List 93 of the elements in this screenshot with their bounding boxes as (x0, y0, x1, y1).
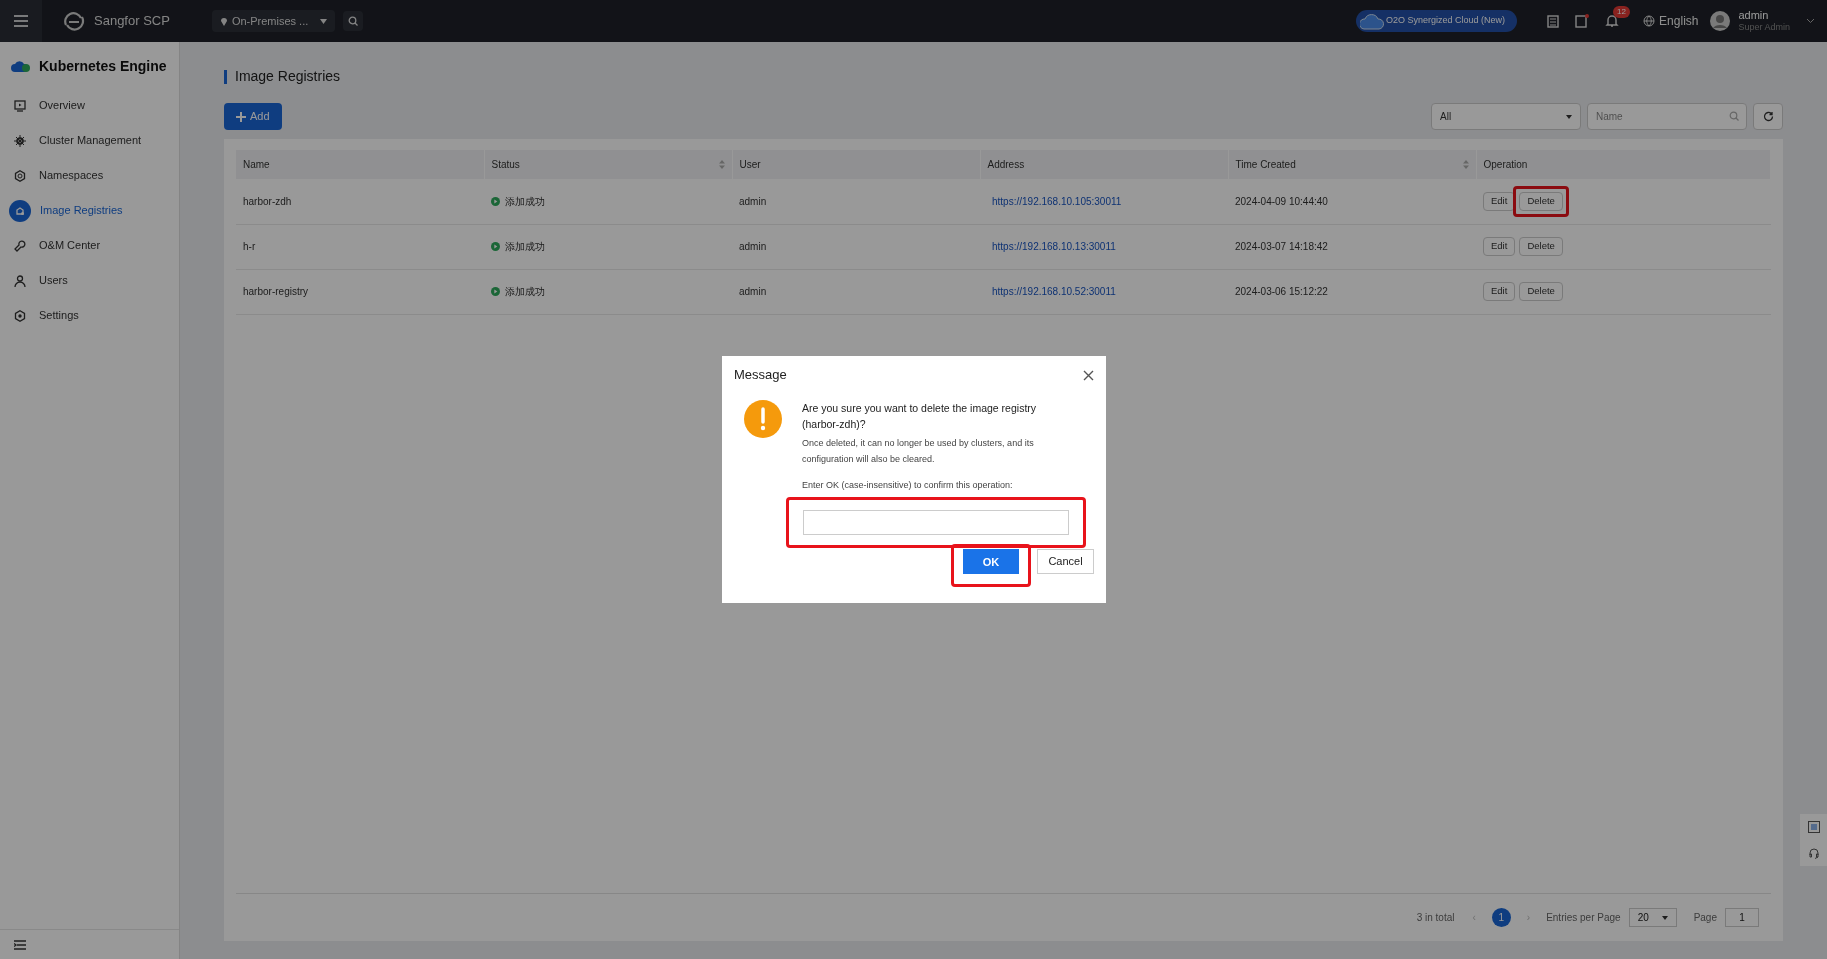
delete-button[interactable]: Delete (1519, 282, 1563, 301)
search-icon (348, 16, 359, 26)
table-cell: 2024-03-06 15:12:22 (1235, 286, 1328, 297)
plus-icon (236, 111, 246, 122)
table-cell: admin (739, 241, 767, 252)
sidebar-item[interactable]: Cluster Management (39, 132, 142, 149)
refresh-icon (1762, 111, 1774, 122)
warning-icon (744, 400, 782, 438)
dialog-question: Are you sure you want to delete the image registry (harbor-zdh)? (802, 401, 1038, 432)
refresh-button[interactable] (1753, 103, 1783, 130)
ok-button[interactable]: OK (963, 549, 1019, 575)
delete-button[interactable]: Delete (1519, 237, 1563, 256)
page-number[interactable]: 1 (1491, 908, 1511, 927)
page-field[interactable]: 1 (1725, 908, 1759, 927)
column-header: User (739, 158, 761, 172)
status-text: 添加成功 (505, 240, 545, 254)
list-icon[interactable] (1807, 821, 1820, 833)
table-cell: h-r (243, 241, 256, 252)
monitor-icon (14, 99, 26, 112)
globe-icon (1643, 15, 1656, 27)
collapse-icon[interactable] (14, 939, 26, 950)
house-icon (9, 199, 31, 222)
delete-button[interactable]: Delete (1519, 191, 1563, 211)
user-name: admin (1738, 8, 1770, 23)
chevron-icon[interactable] (1806, 18, 1815, 24)
logo-icon (62, 11, 86, 31)
column-header: Operation (1483, 158, 1528, 172)
language-selector[interactable]: English (1659, 12, 1699, 30)
table-cell: 2024-04-09 10:44:40 (1235, 195, 1328, 207)
edit-button[interactable]: Edit (1483, 237, 1516, 256)
caret-icon (1661, 915, 1668, 920)
page-label: Page (1693, 911, 1717, 925)
gear-icon (14, 309, 26, 322)
bell-icon[interactable] (1605, 14, 1620, 28)
edit-button[interactable]: Edit (1483, 282, 1516, 301)
column-header: Status (491, 158, 520, 172)
report-icon[interactable] (1575, 14, 1590, 28)
table-cell: harbor-zdh (243, 195, 292, 207)
user-role: Super Admin (1738, 22, 1790, 34)
cloud-badge[interactable]: O2O Synergized Cloud (New) (1356, 10, 1518, 32)
sidebar-item[interactable]: Overview (39, 97, 85, 114)
address-link[interactable]: https://192.168.10.13:30011 (992, 241, 1116, 252)
table-cell: harbor-registry (243, 286, 309, 297)
column-header: Time Created (1235, 158, 1296, 172)
confirm-prompt: Enter OK (case-insensitive) to confirm this operation: (802, 479, 1014, 492)
location-dropdown[interactable]: On-Premises ... (211, 10, 336, 32)
dialog-title: Message (734, 366, 787, 385)
filter-dropdown[interactable]: All (1431, 103, 1581, 130)
edit-button[interactable]: Edit (1483, 191, 1516, 211)
sidebar-item[interactable]: Image Registries (40, 202, 123, 219)
status-icon (491, 287, 500, 296)
sidebar-item[interactable]: Namespaces (39, 167, 104, 184)
close-icon[interactable] (1083, 369, 1094, 381)
sidebar-item[interactable]: Settings (39, 307, 79, 324)
avatar-icon[interactable] (1710, 11, 1731, 31)
user-icon (14, 274, 26, 287)
table-cell: admin (739, 195, 767, 207)
entries-label: Entries per Page (1546, 911, 1621, 925)
column-header: Address (987, 158, 1025, 172)
status-icon (491, 196, 500, 206)
sidebar-title: Kubernetes Engine (39, 56, 167, 76)
status-text: 添加成功 (505, 194, 545, 209)
sidebar-item[interactable]: Users (39, 272, 68, 289)
column-header: Name (243, 158, 270, 172)
brand-name: Sangfor SCP (94, 12, 170, 31)
hexagon-icon (14, 169, 26, 182)
add-button[interactable]: Add (224, 103, 282, 130)
document-icon[interactable] (1547, 14, 1560, 28)
total-count: 3 in total (1416, 911, 1455, 925)
caret-icon (1566, 114, 1572, 119)
cloud-icon (11, 59, 31, 73)
menu-icon[interactable] (14, 15, 28, 27)
wrench-icon (14, 239, 26, 252)
search-icon (1729, 111, 1739, 121)
pin-icon (219, 16, 228, 26)
cancel-button[interactable]: Cancel (1037, 548, 1094, 574)
sidebar-item[interactable]: O&M Center (39, 237, 101, 254)
table-cell: admin (739, 286, 767, 297)
dialog-detail: Once deleted, it can no longer be used by clusters, and its configuration will also be cleared. (802, 437, 1035, 466)
address-link[interactable]: https://192.168.10.105:30011 (992, 195, 1122, 207)
helm-icon (14, 134, 26, 147)
page-title: Image Registries (235, 67, 341, 86)
search-field[interactable]: Name (1587, 103, 1747, 130)
confirm-field[interactable] (803, 509, 1069, 535)
caret-icon (320, 18, 328, 24)
address-link[interactable]: https://192.168.10.52:30011 (992, 286, 1116, 297)
notification-count: 12 (1613, 6, 1630, 18)
status-text: 添加成功 (505, 285, 545, 299)
status-icon (491, 242, 500, 251)
search-button[interactable] (343, 11, 364, 31)
table-cell: 2024-03-07 14:18:42 (1235, 241, 1328, 252)
entries-dropdown[interactable]: 20 (1628, 908, 1677, 927)
headset-icon[interactable] (1807, 847, 1820, 859)
